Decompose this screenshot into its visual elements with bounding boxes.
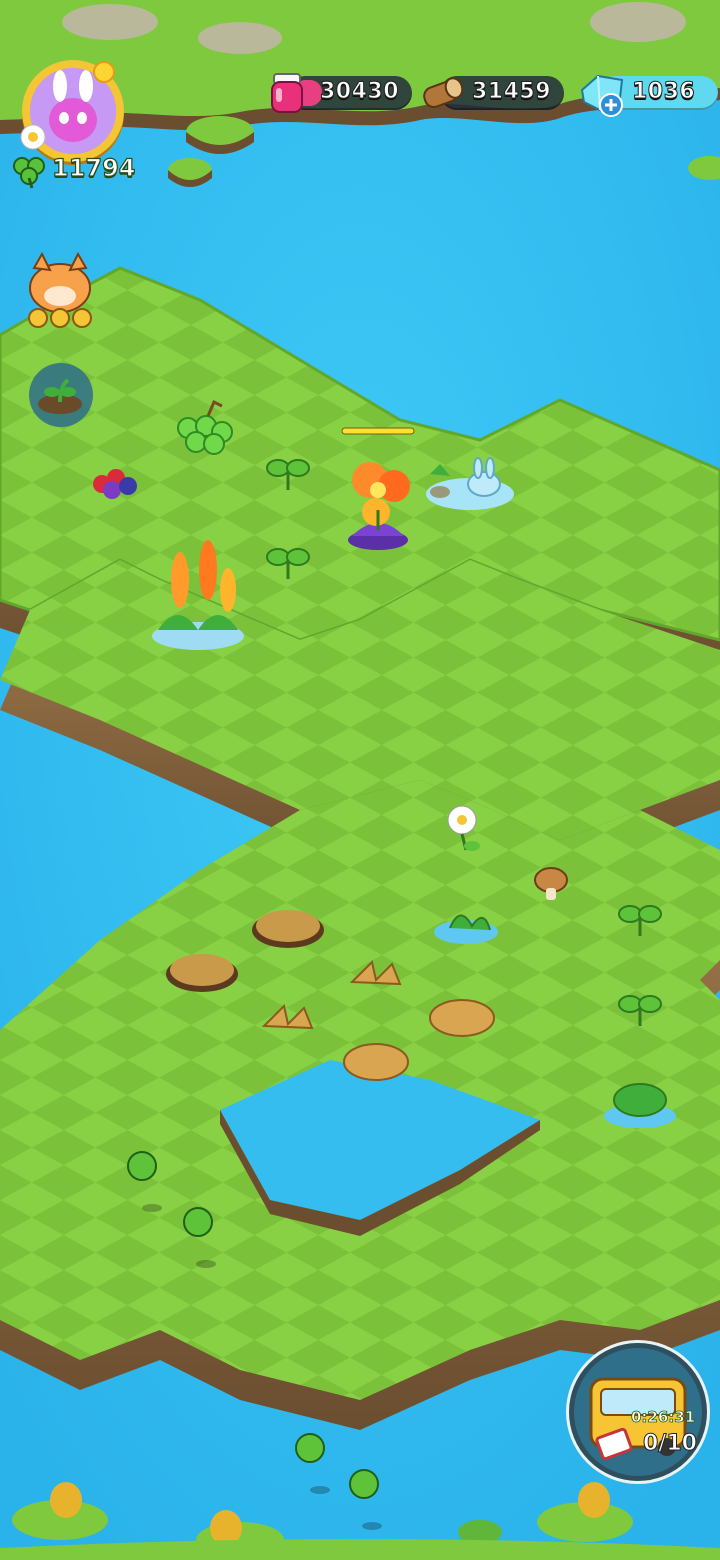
bus-timer: 0:26:31 (631, 1408, 696, 1427)
jam-value: 30430 (319, 79, 400, 105)
jam-jar-icon (271, 73, 303, 113)
sprout-icon[interactable] (26, 362, 96, 428)
dry-grass-icon[interactable] (343, 1043, 409, 1081)
clover-counter: 11794 (51, 153, 136, 182)
fox-clover-icon[interactable] (20, 252, 100, 332)
dry-grass-icon[interactable] (429, 999, 495, 1037)
clover-icon (13, 157, 45, 189)
flower-badge-icon (20, 124, 46, 150)
bus-progress: 0/10 (643, 1431, 698, 1457)
bus-event-button[interactable]: 0:26:31 0/10 (566, 1340, 710, 1484)
player-avatar[interactable] (20, 60, 124, 162)
plus-icon[interactable] (598, 92, 624, 118)
wood-value: 31459 (471, 79, 552, 105)
wood-log-icon (423, 77, 464, 109)
sun-icon (93, 61, 115, 83)
gem-value: 1036 (631, 79, 696, 105)
game-scene[interactable] (0, 0, 720, 1560)
